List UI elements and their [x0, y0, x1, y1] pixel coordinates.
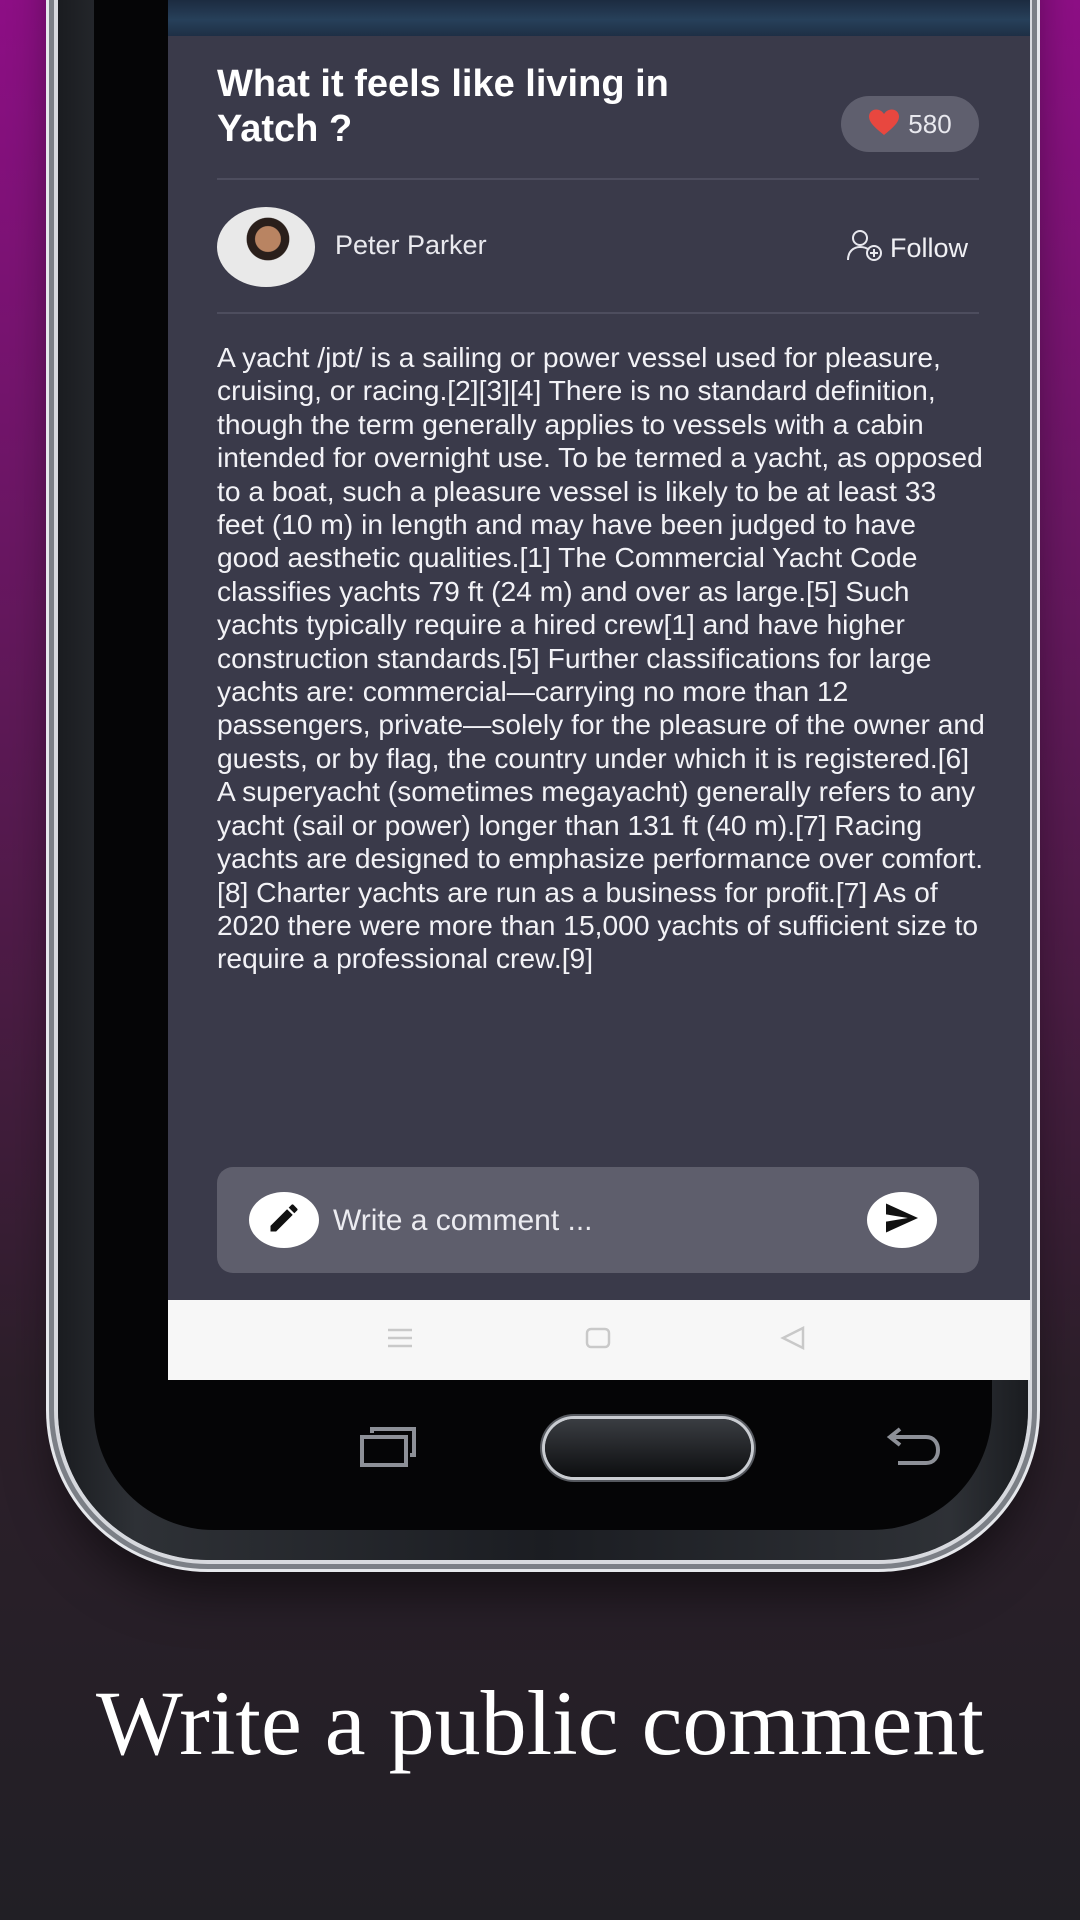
back-nav-button[interactable] [773, 1320, 813, 1360]
comment-bar [217, 1167, 979, 1273]
post-card: What it feels like living in Yatch ? 580… [168, 36, 1030, 1300]
app-screen: What it feels like living in Yatch ? 580… [168, 0, 1030, 1380]
follow-label: Follow [890, 233, 969, 263]
author-name[interactable]: Peter Parker [335, 230, 487, 261]
heart-icon [868, 108, 900, 141]
title-divider [217, 178, 979, 180]
like-count: 580 [908, 108, 952, 139]
back-arrow-icon[interactable] [886, 1425, 942, 1474]
send-button[interactable] [867, 1192, 937, 1248]
phone-bezel: What it feels like living in Yatch ? 580… [94, 0, 1030, 1530]
triangle-back-icon [779, 1325, 807, 1356]
author-divider [217, 312, 979, 314]
pencil-icon [266, 1200, 302, 1241]
menu-nav-button[interactable] [380, 1320, 420, 1360]
post-body: A yacht /jɒt/ is a sailing or power vess… [217, 341, 985, 975]
home-hardware-button[interactable] [545, 1419, 751, 1477]
avatar[interactable] [217, 207, 315, 287]
cover-image [168, 0, 1030, 36]
send-icon [884, 1202, 920, 1239]
comment-input[interactable] [331, 1190, 845, 1252]
home-nav-button[interactable] [578, 1320, 618, 1360]
system-nav-bar [168, 1300, 1030, 1380]
phone-frame: What it feels like living in Yatch ? 580… [58, 0, 1030, 1560]
post-title: What it feels like living in Yatch ? [217, 63, 669, 150]
like-button[interactable]: 580 [841, 96, 979, 152]
square-icon [584, 1326, 612, 1355]
follow-button[interactable]: Follow [846, 228, 968, 269]
edit-button[interactable] [249, 1192, 319, 1248]
recent-apps-icon[interactable] [358, 1425, 418, 1474]
add-user-icon [846, 228, 884, 269]
promo-caption: Write a public comment [96, 1672, 984, 1774]
menu-icon [386, 1327, 414, 1354]
hardware-buttons [168, 1380, 1030, 1520]
